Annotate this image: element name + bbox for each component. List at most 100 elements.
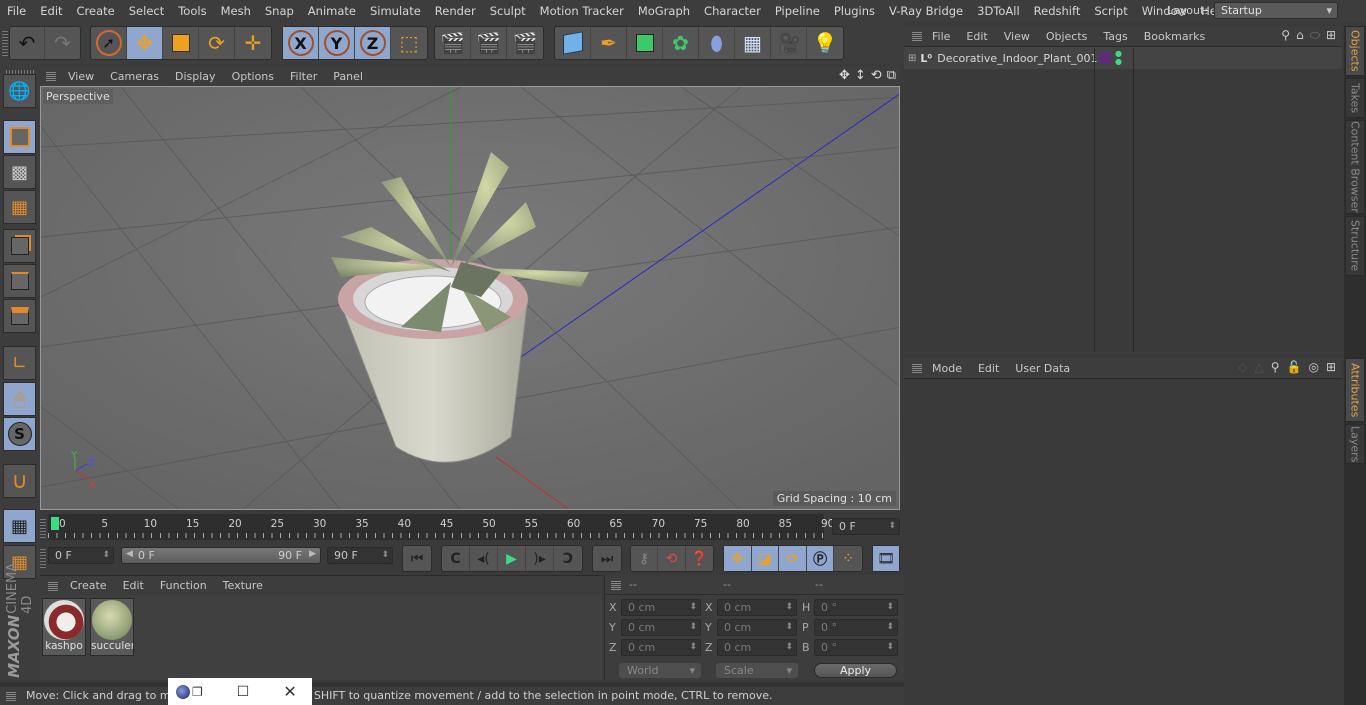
menu-edit[interactable]: Edit: [33, 4, 69, 18]
expand-icon[interactable]: ⊞: [908, 53, 916, 64]
object-grip[interactable]: [912, 31, 922, 41]
coordinate-mode-select[interactable]: World ▾: [619, 663, 701, 678]
menu-redshift[interactable]: Redshift: [1027, 4, 1088, 18]
workplane-lock-icon[interactable]: ▦: [3, 509, 36, 543]
undo-icon[interactable]: ↶: [10, 27, 46, 59]
viewport-menu-cameras[interactable]: Cameras: [102, 70, 167, 83]
go-to-end-icon[interactable]: ⏭: [593, 546, 621, 571]
attribute-grip[interactable]: [912, 363, 922, 373]
key-scale-icon[interactable]: ◪: [751, 546, 780, 571]
coordinates-grip[interactable]: [611, 579, 621, 590]
viewport-menu-options[interactable]: Options: [224, 70, 282, 83]
end-frame-field[interactable]: 90 F: [327, 547, 393, 564]
toolbar-grip[interactable]: [2, 30, 8, 56]
select-arrow-icon[interactable]: ➚: [91, 27, 127, 59]
key-rotation-icon[interactable]: ⟳: [779, 546, 807, 571]
coordinate-field[interactable]: 0 °: [814, 599, 898, 616]
tab-takes[interactable]: Takes: [1345, 78, 1365, 118]
camera-label[interactable]: Perspective: [43, 89, 113, 104]
link-icon[interactable]: ⬭: [1310, 28, 1320, 43]
tab-layers[interactable]: Layers: [1345, 424, 1365, 464]
menu-render[interactable]: Render: [428, 4, 483, 18]
render-view-icon[interactable]: 🎬: [435, 27, 471, 59]
back-arrow-icon[interactable]: ◇: [1238, 360, 1247, 374]
material-kashpo[interactable]: kashpo: [42, 598, 86, 656]
target-icon[interactable]: ◎: [1308, 360, 1318, 374]
coordinate-field[interactable]: 0 cm: [717, 619, 797, 636]
timeline-ruler[interactable]: 0 5 10 15 20 25 30 35 40 45 50 55 60 65 70 75 80 85 90: [48, 514, 834, 540]
restore-icon[interactable]: ❐: [192, 685, 203, 699]
solo-icon[interactable]: S: [3, 417, 36, 451]
next-frame-icon[interactable]: )▸: [526, 546, 554, 571]
material-menu-function[interactable]: Function: [152, 579, 215, 592]
y-axis-icon[interactable]: Y: [319, 27, 355, 59]
menu-select[interactable]: Select: [122, 4, 171, 18]
pan-view-icon[interactable]: ✥: [839, 68, 850, 83]
deformer-icon[interactable]: ⬮: [699, 27, 735, 59]
polygons-mode-icon[interactable]: [3, 299, 36, 333]
object-menu-bookmarks[interactable]: Bookmarks: [1136, 30, 1213, 43]
menu-snap[interactable]: Snap: [258, 4, 301, 18]
viewport-menu-panel[interactable]: Panel: [325, 70, 371, 83]
menu-mograph[interactable]: MoGraph: [631, 4, 697, 18]
menu-tools[interactable]: Tools: [171, 4, 213, 18]
object-menu-edit[interactable]: Edit: [958, 30, 995, 43]
material-menu-create[interactable]: Create: [62, 579, 115, 592]
new-panel-icon[interactable]: ⊞: [1326, 28, 1336, 43]
tab-structure[interactable]: Structure: [1345, 216, 1365, 276]
viewport-menu-filter[interactable]: Filter: [282, 70, 325, 83]
floor-icon[interactable]: ▦: [735, 27, 771, 59]
viewport-3d[interactable]: Perspective Y Z X Grid Spacing : 10 cm: [40, 86, 900, 510]
model-mode-icon[interactable]: [3, 120, 36, 154]
menu-character[interactable]: Character: [697, 4, 768, 18]
key-pla-icon[interactable]: ⁘: [834, 546, 862, 571]
search-icon[interactable]: ⚲: [1271, 360, 1280, 374]
object-menu-tags[interactable]: Tags: [1095, 30, 1135, 43]
current-frame-field[interactable]: 0 F: [832, 518, 900, 535]
previous-frame-icon[interactable]: ◂(: [470, 546, 498, 571]
coordinate-field[interactable]: 0 °: [814, 639, 898, 656]
search-icon[interactable]: ⚲: [1281, 28, 1290, 43]
range-left-arrow-icon[interactable]: ◀: [126, 549, 133, 559]
close-icon[interactable]: ✕: [283, 682, 296, 701]
object-menu-file[interactable]: File: [924, 30, 958, 43]
tab-objects[interactable]: Objects: [1345, 26, 1365, 76]
camera-icon[interactable]: 🎥: [771, 27, 807, 59]
layout-dropdown[interactable]: Startup: [1214, 2, 1338, 19]
coordinate-field[interactable]: 0 cm: [717, 639, 797, 656]
home-icon[interactable]: ⌂: [1296, 28, 1304, 43]
new-panel-icon[interactable]: ⊞: [1326, 360, 1336, 374]
menu-file[interactable]: File: [0, 4, 33, 18]
multi-move-icon[interactable]: ✛: [235, 27, 271, 59]
material-grip[interactable]: [48, 580, 58, 591]
menu-sculpt[interactable]: Sculpt: [483, 4, 533, 18]
edges-mode-icon[interactable]: [3, 264, 36, 298]
viewport-menu-view[interactable]: View: [60, 70, 102, 83]
timeline-grip[interactable]: [40, 518, 46, 538]
subdivision-icon[interactable]: [627, 27, 663, 59]
attribute-menu-edit[interactable]: Edit: [970, 362, 1007, 375]
snap-icon[interactable]: ∪: [3, 464, 36, 498]
coordinate-field[interactable]: 0 cm: [621, 639, 701, 656]
play-icon[interactable]: ▶: [498, 546, 526, 571]
timeline-window-icon[interactable]: 🎞: [873, 546, 899, 571]
redo-icon[interactable]: ↷: [45, 27, 80, 59]
tab-attributes[interactable]: Attributes: [1345, 358, 1365, 422]
move-icon[interactable]: ✥: [127, 27, 163, 59]
frame-range-slider[interactable]: ◀ 0 F 90 F ▶: [121, 547, 321, 564]
key-parameter-icon[interactable]: Ⓟ: [806, 546, 835, 571]
maximize-icon[interactable]: ☐: [237, 684, 250, 700]
coordinate-system-icon[interactable]: ⬚: [391, 27, 427, 59]
object-menu-objects[interactable]: Objects: [1038, 30, 1096, 43]
coordinate-field[interactable]: 0 cm: [621, 619, 701, 636]
menu-simulate[interactable]: Simulate: [363, 4, 428, 18]
toggle-layout-icon[interactable]: ⧉: [887, 68, 896, 83]
range-right-arrow-icon[interactable]: ▶: [309, 549, 316, 559]
menu-motion-tracker[interactable]: Motion Tracker: [533, 4, 631, 18]
render-settings-icon[interactable]: 🎬: [507, 27, 543, 59]
light-icon[interactable]: 💡: [807, 27, 843, 59]
size-mode-select[interactable]: Scale ▾: [716, 663, 798, 678]
orbit-view-icon[interactable]: ⟲: [871, 68, 882, 83]
lock-icon[interactable]: 🔓: [1287, 360, 1302, 374]
start-frame-field[interactable]: 0 F: [48, 547, 114, 564]
